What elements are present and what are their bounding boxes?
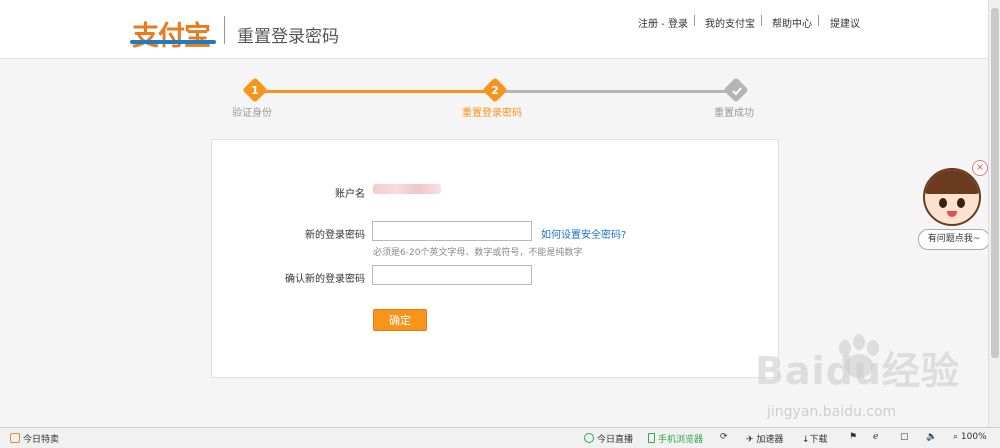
link-separator	[761, 15, 762, 26]
step-1-number: 1	[251, 84, 259, 97]
download-button[interactable]: ↓下载	[802, 432, 828, 445]
step-line-done	[262, 90, 488, 93]
live-label: 今日直播	[597, 435, 634, 445]
window-icon[interactable]: ▢	[900, 432, 909, 442]
masked-account-name	[373, 184, 441, 194]
play-icon	[584, 433, 594, 443]
refresh-icon[interactable]: ⟳	[720, 432, 728, 442]
logo-swoosh	[130, 40, 216, 44]
assistant-avatar[interactable]	[923, 168, 981, 226]
password-help-link[interactable]: 如何设置安全密码?	[541, 226, 626, 241]
help-center-link[interactable]: 帮助中心	[772, 15, 812, 30]
flag-icon[interactable]: ⚑	[849, 432, 857, 442]
register-login-link[interactable]: 注册 - 登录	[638, 15, 688, 30]
daily-deals-label: 今日特卖	[23, 435, 60, 445]
avatar-eye	[939, 198, 947, 208]
ie-icon[interactable]: ℯ	[873, 432, 878, 442]
step-2-number: 2	[491, 84, 499, 97]
logo-text: 支付宝	[132, 21, 211, 52]
account-label: 账户名	[335, 189, 365, 200]
vertical-scrollbar[interactable]	[988, 0, 1000, 427]
volume-icon[interactable]: 🔈	[926, 432, 937, 442]
download-label: 下载	[809, 435, 828, 445]
phone-icon	[648, 433, 655, 443]
accelerator-button[interactable]: ✈ 加速器	[746, 432, 783, 445]
paw-icon	[839, 334, 879, 378]
step-2-label: 重置登录密码	[462, 108, 522, 119]
alipay-logo[interactable]: 支付宝	[130, 14, 216, 53]
link-separator	[694, 15, 695, 26]
browser-status-bar: 今日特卖 今日直播 手机浏览器 ⟳ ✈ 加速器 ↓下载 ⚑ ℯ ▢ 🔈 ⌕ 10…	[0, 427, 1000, 448]
password-hint: 必须是6-20个英文字母、数字或符号，不能是纯数字	[373, 248, 583, 258]
header-bar: 支付宝 重置登录密码 注册 - 登录 我的支付宝 帮助中心 提建议	[0, 0, 988, 59]
my-alipay-link[interactable]: 我的支付宝	[705, 15, 755, 30]
step-1-label: 验证身份	[232, 108, 272, 119]
watermark-sub: jingyan.baidu.com	[767, 404, 897, 420]
submit-button[interactable]: 确定	[373, 309, 427, 331]
new-password-label: 新的登录密码	[305, 230, 365, 241]
zoom-control[interactable]: ⌕ 100%	[953, 432, 987, 442]
close-icon[interactable]: ×	[972, 160, 988, 176]
confirm-password-label: 确认新的登录密码	[285, 274, 365, 285]
page-title: 重置登录密码	[237, 27, 339, 47]
feedback-link[interactable]: 提建议	[830, 15, 860, 30]
reset-password-card	[211, 139, 779, 378]
step-3-label: 重置成功	[714, 108, 754, 119]
live-button[interactable]: 今日直播	[584, 432, 633, 445]
rocket-icon: ✈	[746, 435, 754, 445]
scroll-thumb[interactable]	[991, 8, 999, 358]
assistant-bubble[interactable]: 有问题点我~	[918, 229, 990, 250]
avatar-mouth	[947, 211, 957, 217]
accelerator-label: 加速器	[756, 435, 784, 445]
new-password-input[interactable]	[372, 221, 532, 241]
check-icon	[732, 87, 742, 96]
magnifier-icon: ⌕	[953, 432, 959, 442]
mobile-browser-label: 手机浏览器	[658, 435, 704, 445]
step-line-pending	[502, 90, 728, 93]
support-assistant[interactable]: × 有问题点我~	[917, 160, 991, 255]
link-separator	[818, 15, 819, 26]
avatar-eye	[957, 198, 965, 208]
gift-icon	[10, 433, 20, 443]
zoom-level: 100%	[960, 432, 987, 442]
confirm-password-input[interactable]	[372, 265, 532, 285]
daily-deals-button[interactable]: 今日特卖	[10, 432, 59, 445]
mobile-browser-button[interactable]: 手机浏览器	[648, 432, 703, 445]
download-icon: ↓	[802, 435, 810, 445]
header-divider	[224, 16, 225, 44]
